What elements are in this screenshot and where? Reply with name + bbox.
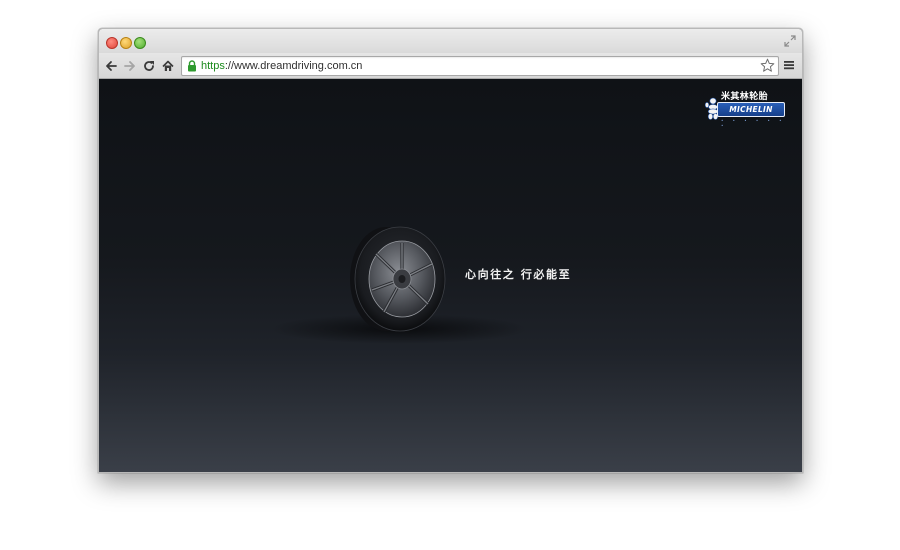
url-host: ://www.dreamdriving.com.cn xyxy=(224,60,363,72)
fullscreen-icon[interactable] xyxy=(784,35,796,47)
url-scheme: https xyxy=(201,60,225,72)
reload-icon xyxy=(144,61,154,71)
close-window-button[interactable] xyxy=(106,37,118,49)
back-arrow-icon xyxy=(106,61,117,71)
brand-english-name: MICHELIN xyxy=(729,105,773,114)
star-icon[interactable] xyxy=(760,58,775,73)
forward-arrow-icon xyxy=(124,61,135,71)
back-button[interactable] xyxy=(103,58,119,74)
forward-button[interactable] xyxy=(122,58,138,74)
zoom-window-button[interactable] xyxy=(134,37,146,49)
reload-button[interactable] xyxy=(141,58,157,74)
browser-toolbar: https://www.dreamdriving.com.cn xyxy=(99,53,802,79)
home-icon xyxy=(162,60,174,71)
browser-window: https://www.dreamdriving.com.cn 米其林轮胎 MI xyxy=(98,28,803,473)
brand-dots: • • • • • • • xyxy=(721,118,786,128)
page-content: 米其林轮胎 MICHELIN • • • • • • • 心向往之 行必能至 xyxy=(99,79,802,472)
brand-chinese-name: 米其林轮胎 xyxy=(721,92,769,102)
minimize-window-button[interactable] xyxy=(120,37,132,49)
menu-icon[interactable] xyxy=(783,59,795,71)
title-bar xyxy=(99,29,802,54)
lock-icon xyxy=(188,60,196,72)
url-text: https://www.dreamdriving.com.cn xyxy=(201,59,362,73)
tire-image xyxy=(350,226,446,332)
home-button[interactable] xyxy=(160,58,176,74)
slogan-text: 心向往之 行必能至 xyxy=(465,268,572,281)
brand-badge: MICHELIN xyxy=(717,102,785,117)
michelin-logo[interactable]: 米其林轮胎 MICHELIN • • • • • • • xyxy=(705,89,787,128)
address-bar[interactable]: https://www.dreamdriving.com.cn xyxy=(181,56,779,76)
